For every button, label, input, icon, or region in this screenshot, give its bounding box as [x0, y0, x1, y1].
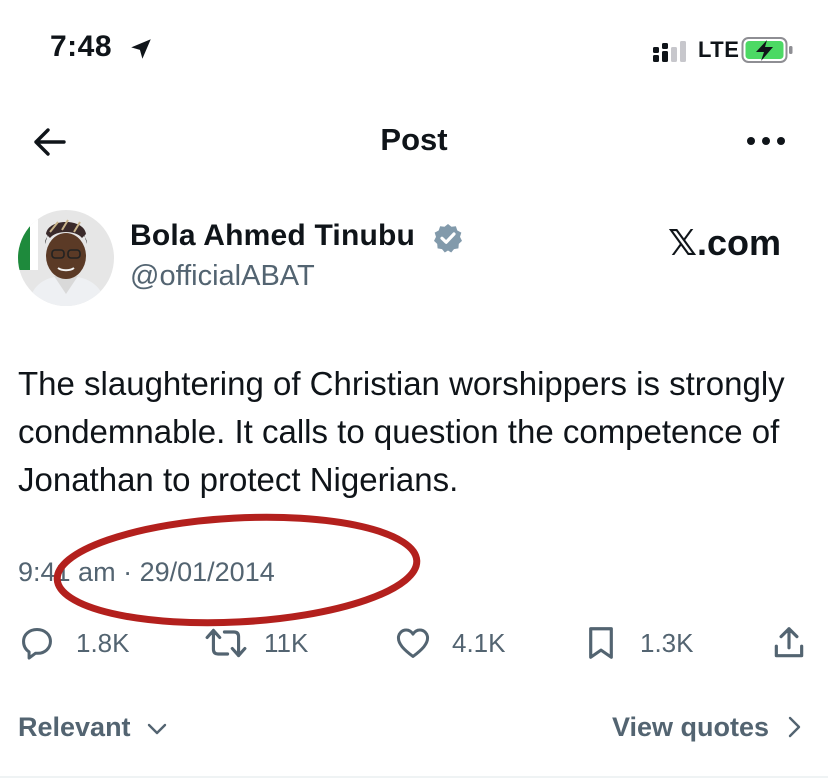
chevron-down-icon[interactable]: [146, 718, 168, 740]
share-icon[interactable]: [770, 624, 808, 662]
reply-action[interactable]: 1.8K: [18, 624, 130, 662]
like-count: 4.1K: [452, 627, 506, 658]
avatar-portrait-icon: [18, 210, 114, 306]
annotation-circle: [53, 513, 421, 627]
more-options-icon[interactable]: [746, 133, 786, 149]
bookmark-icon: [589, 627, 613, 659]
author-name[interactable]: Bola Ahmed Tinubu: [130, 219, 415, 253]
repost-action[interactable]: 11K: [204, 624, 308, 662]
divider: [0, 776, 828, 778]
x-com-watermark: 𝕏.com: [668, 222, 782, 263]
status-time: 7:48: [50, 30, 113, 63]
location-arrow-icon: [131, 39, 151, 59]
author-handle[interactable]: @officialABAT: [130, 260, 315, 293]
repost-icon: [205, 628, 247, 658]
bookmark-count: 1.3K: [640, 627, 694, 658]
like-action[interactable]: 4.1K: [394, 624, 506, 662]
reply-count: 1.8K: [76, 627, 130, 658]
avatar[interactable]: [18, 210, 114, 306]
reply-icon: [22, 628, 52, 660]
verified-badge-icon[interactable]: [432, 222, 464, 254]
signal-icon: [653, 41, 686, 62]
tweet-text: The slaughtering of Christian worshipper…: [18, 365, 785, 498]
view-quotes-link[interactable]: View quotes: [612, 712, 769, 743]
repost-count: 11K: [264, 627, 309, 658]
heart-icon: [396, 628, 430, 658]
battery-charging-icon: [741, 37, 793, 63]
bookmark-action[interactable]: 1.3K: [582, 624, 694, 662]
sort-relevant-label[interactable]: Relevant: [18, 712, 131, 743]
chevron-right-icon[interactable]: [784, 714, 804, 740]
page-title: Post: [380, 122, 448, 157]
network-type: LTE: [698, 37, 740, 62]
